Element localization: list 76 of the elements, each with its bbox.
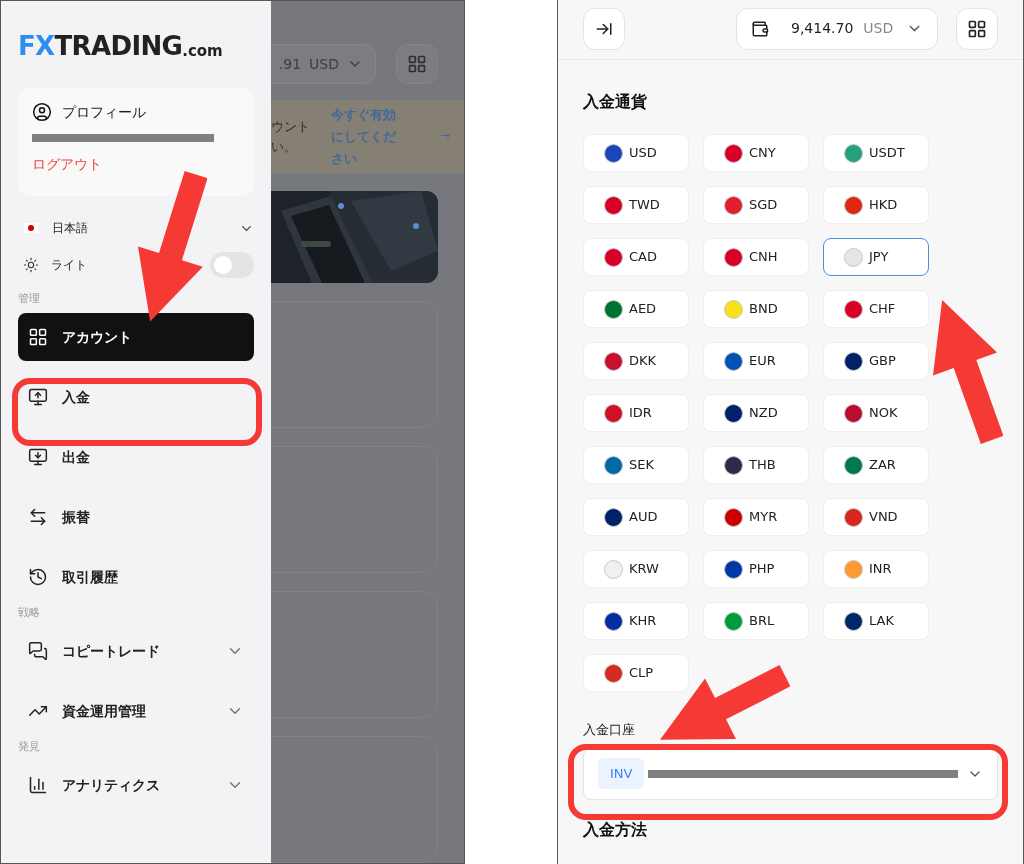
currency-option[interactable]: SGD (703, 186, 809, 224)
currency-option[interactable]: BRL (703, 602, 809, 640)
currency-option[interactable]: TWD (583, 186, 689, 224)
currency-option[interactable]: NOK (823, 394, 929, 432)
japan-flag-icon (24, 223, 38, 233)
grid-button[interactable] (956, 7, 998, 50)
balance-selector[interactable]: 9,414.70 USD (736, 7, 938, 50)
profile-link[interactable]: プロフィール (62, 101, 146, 123)
nav-item[interactable]: アナリティクス (18, 761, 254, 809)
panel-toggle-button[interactable] (583, 7, 625, 50)
currency-option[interactable]: CLP (583, 654, 689, 692)
currency-option[interactable]: ZAR (823, 446, 929, 484)
currency-option[interactable]: VND (823, 498, 929, 536)
currency-label: USD (863, 19, 894, 38)
logo-wordmark: TRADING (54, 33, 183, 59)
banner-text: い。 (271, 137, 298, 156)
section-heading: 管理 (18, 291, 41, 307)
logout-link[interactable]: ログアウト (32, 154, 240, 175)
currency-label: USD (309, 54, 339, 74)
currency-option[interactable]: INR (823, 550, 929, 588)
chat-bubbles-icon (28, 641, 48, 661)
section-title: 入金通貨 (583, 91, 648, 113)
currency-option[interactable]: THB (703, 446, 809, 484)
currency-option[interactable]: EUR (703, 342, 809, 380)
currency-option[interactable]: LAK (823, 602, 929, 640)
download-tray-icon (28, 447, 48, 467)
currency-option[interactable]: AUD (583, 498, 689, 536)
logo-suffix: .com (182, 44, 223, 59)
grid-icon (967, 18, 987, 39)
nav-item[interactable]: 資金運用管理 (18, 687, 254, 735)
upload-tray-icon (28, 387, 48, 407)
currency-option[interactable]: CAD (583, 238, 689, 276)
currency-option[interactable]: GBP (823, 342, 929, 380)
account-tag: INV (598, 757, 645, 790)
currency-option[interactable]: AED (583, 290, 689, 328)
currency-option[interactable]: HKD (823, 186, 929, 224)
nav-item[interactable]: 出金 (18, 433, 254, 481)
sun-icon (23, 257, 39, 273)
nav-item[interactable]: 取引履歴 (18, 553, 254, 601)
theme-label: ライト (51, 257, 87, 274)
currency-option[interactable]: CNY (703, 134, 809, 172)
currency-option[interactable]: DKK (583, 342, 689, 380)
currency-option[interactable]: CNH (703, 238, 809, 276)
currency-option[interactable]: SEK (583, 446, 689, 484)
theme-toggle[interactable] (210, 252, 254, 278)
wallet-icon (751, 19, 769, 38)
currency-option[interactable]: KRW (583, 550, 689, 588)
field-label: 入金口座 (583, 721, 636, 739)
currency-option[interactable]: USD (583, 134, 689, 172)
currency-option[interactable]: KHR (583, 602, 689, 640)
banner-text: ウント (271, 117, 311, 136)
currency-option[interactable]: BND (703, 290, 809, 328)
nav-item[interactable]: アカウント (18, 313, 254, 361)
currency-option[interactable]: NZD (703, 394, 809, 432)
link-arrow: → (440, 128, 450, 145)
currency-option[interactable]: IDR (583, 394, 689, 432)
grid-icon (407, 54, 427, 74)
history-icon (28, 567, 48, 587)
bar-chart-icon (28, 775, 48, 795)
currency-option[interactable]: MYR (703, 498, 809, 536)
section-title: 入金方法 (583, 818, 648, 841)
currency-option[interactable]: USDT (823, 134, 929, 172)
grid-icon (28, 327, 48, 347)
logo-mark: FX (18, 33, 55, 59)
balance-amount: .91 (278, 54, 302, 74)
nav-item[interactable]: コピートレード (18, 627, 254, 675)
language-selector[interactable]: 日本語 (52, 219, 88, 237)
currency-option[interactable]: PHP (703, 550, 809, 588)
user-icon (32, 102, 52, 122)
section-heading: 戦略 (18, 605, 41, 621)
nav-item[interactable]: 振替 (18, 493, 254, 541)
nav-item[interactable]: 入金 (18, 373, 254, 421)
transfer-icon (28, 507, 48, 527)
currency-option[interactable]: CHF (823, 290, 929, 328)
currency-option[interactable]: JPY (823, 238, 929, 276)
section-heading: 発見 (18, 739, 41, 755)
